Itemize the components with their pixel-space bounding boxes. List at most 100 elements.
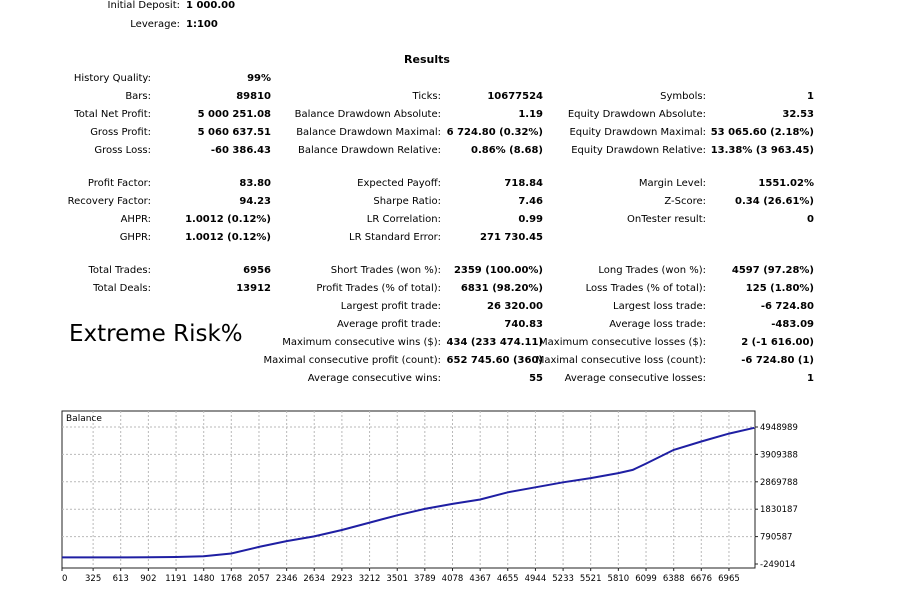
results-title: Results	[404, 53, 450, 66]
stat-value: 1	[807, 91, 814, 102]
y-tick-label: 2869788	[760, 478, 798, 488]
stat-label: Maximal consecutive loss (count):	[535, 355, 706, 366]
x-tick-label: 325	[85, 574, 101, 584]
x-tick-label: 902	[140, 574, 156, 584]
stat-label: Maximum consecutive wins ($):	[282, 337, 441, 348]
stat-value: 83.80	[239, 178, 271, 189]
stat-value: 740.83	[504, 319, 543, 330]
x-tick-label: 6099	[635, 574, 657, 584]
stat-value: 1	[807, 373, 814, 384]
stat-label: Maximal consecutive profit (count):	[263, 355, 441, 366]
stat-label: AHPR:	[120, 214, 151, 225]
stat-label: Balance Drawdown Absolute:	[294, 109, 441, 120]
stat-value: 434 (233 474.11)	[446, 337, 543, 348]
stat-value: 99%	[247, 73, 271, 84]
stat-value: 32.53	[782, 109, 814, 120]
stat-value: 0.86% (8.68)	[471, 145, 543, 156]
stat-label: Largest profit trade:	[340, 301, 441, 312]
x-tick-label: 1191	[165, 574, 187, 584]
risk-annotation: Extreme Risk%	[69, 321, 243, 347]
stat-label: Maximum consecutive losses ($):	[539, 337, 706, 348]
chart-title: Balance	[66, 414, 102, 424]
leverage-value: 1:100	[186, 19, 218, 30]
x-tick-label: 2923	[331, 574, 353, 584]
stat-value: -6 724.80 (1)	[741, 355, 814, 366]
x-tick-label: 4367	[469, 574, 491, 584]
stat-label: Ticks:	[412, 91, 441, 102]
y-tick-label: 3909388	[760, 450, 798, 460]
stat-label: Margin Level:	[638, 178, 706, 189]
x-tick-label: 5233	[552, 574, 574, 584]
stat-label: Equity Drawdown Maximal:	[569, 127, 706, 138]
stat-label: Long Trades (won %):	[598, 265, 706, 276]
stat-label: Equity Drawdown Relative:	[571, 145, 706, 156]
stat-value: 271 730.45	[480, 232, 543, 243]
stat-value: 2 (-1 616.00)	[741, 337, 814, 348]
stat-value: 0	[807, 214, 814, 225]
stat-label: Sharpe Ratio:	[373, 196, 441, 207]
stat-value: 10677524	[487, 91, 543, 102]
stat-value: 6956	[243, 265, 271, 276]
initial-deposit-value: 1 000.00	[186, 0, 236, 11]
stat-label: Loss Trades (% of total):	[585, 283, 706, 294]
stat-value: 6 724.80 (0.32%)	[446, 127, 543, 138]
stat-label: Profit Trades (% of total):	[316, 283, 441, 294]
stat-value: -60 386.43	[210, 145, 271, 156]
x-tick-label: 4078	[442, 574, 464, 584]
stat-value: 1551.02%	[758, 178, 814, 189]
stat-value: 718.84	[504, 178, 543, 189]
stat-label: Largest loss trade:	[613, 301, 706, 312]
stat-label: Average consecutive wins:	[307, 373, 441, 384]
stat-label: LR Correlation:	[366, 214, 441, 225]
stat-label: Gross Loss:	[94, 145, 151, 156]
stat-label: History Quality:	[73, 73, 151, 84]
stat-label: Average profit trade:	[336, 319, 441, 330]
stat-label: Expected Payoff:	[357, 178, 441, 189]
x-axis-ticks: 0 325 613 902 1191 1480 1768 2057 2346 2634 2923 32…	[61, 568, 740, 584]
x-tick-label: 4944	[525, 574, 547, 584]
stat-value: 53 065.60 (2.18%)	[710, 127, 814, 138]
y-tick-label: 4948989	[760, 423, 798, 433]
x-tick-label: 1480	[193, 574, 215, 584]
stat-value: -483.09	[771, 319, 814, 330]
y-tick-label: 1830187	[760, 505, 798, 515]
y-axis-ticks: 4948989 3909388 2869788 1830187 790587 -24901…	[755, 423, 798, 570]
x-tick-label: 2057	[248, 574, 270, 584]
stat-label: GHPR:	[119, 232, 151, 243]
stat-value: 1.0012 (0.12%)	[185, 232, 271, 243]
stat-label: Total Deals:	[93, 283, 151, 294]
x-tick-label: 3501	[386, 574, 408, 584]
stat-label: Total Trades:	[88, 265, 152, 276]
stat-label: Average consecutive losses:	[564, 373, 706, 384]
stat-value: 5 000 251.08	[197, 109, 271, 120]
stat-label: Equity Drawdown Absolute:	[567, 109, 706, 120]
stat-value: -6 724.80	[760, 301, 814, 312]
stat-label: LR Standard Error:	[349, 232, 441, 243]
stat-label: OnTester result:	[626, 214, 706, 225]
stat-value: 5 060 637.51	[197, 127, 271, 138]
stat-value: 13912	[236, 283, 271, 294]
x-tick-label: 4655	[497, 574, 519, 584]
x-tick-label: 1768	[220, 574, 242, 584]
stat-value: 89810	[236, 91, 271, 102]
stat-value: 1.0012 (0.12%)	[185, 214, 271, 225]
stat-value: 55	[529, 373, 543, 384]
stat-label: Average loss trade:	[609, 319, 706, 330]
stat-value: 6831 (98.20%)	[460, 283, 543, 294]
x-tick-label: 3212	[359, 574, 381, 584]
stat-label: Bars:	[125, 91, 151, 102]
initial-deposit-label: Initial Deposit:	[107, 0, 180, 11]
stat-label: Balance Drawdown Maximal:	[296, 127, 441, 138]
stat-value: 13.38% (3 963.45)	[710, 145, 814, 156]
x-tick-label: 0	[62, 574, 67, 584]
x-tick-label: 5521	[580, 574, 602, 584]
x-tick-label: 3789	[414, 574, 436, 584]
stat-label: Profit Factor:	[87, 178, 151, 189]
stat-label: Total Net Profit:	[74, 109, 151, 120]
stat-label: Z-Score:	[664, 196, 706, 207]
chart-plot-area	[61, 410, 756, 569]
x-tick-label: 2346	[276, 574, 298, 584]
x-tick-label: 6388	[663, 574, 685, 584]
stat-value: 1.19	[518, 109, 543, 120]
stat-value: 652 745.60 (360)	[446, 355, 543, 366]
